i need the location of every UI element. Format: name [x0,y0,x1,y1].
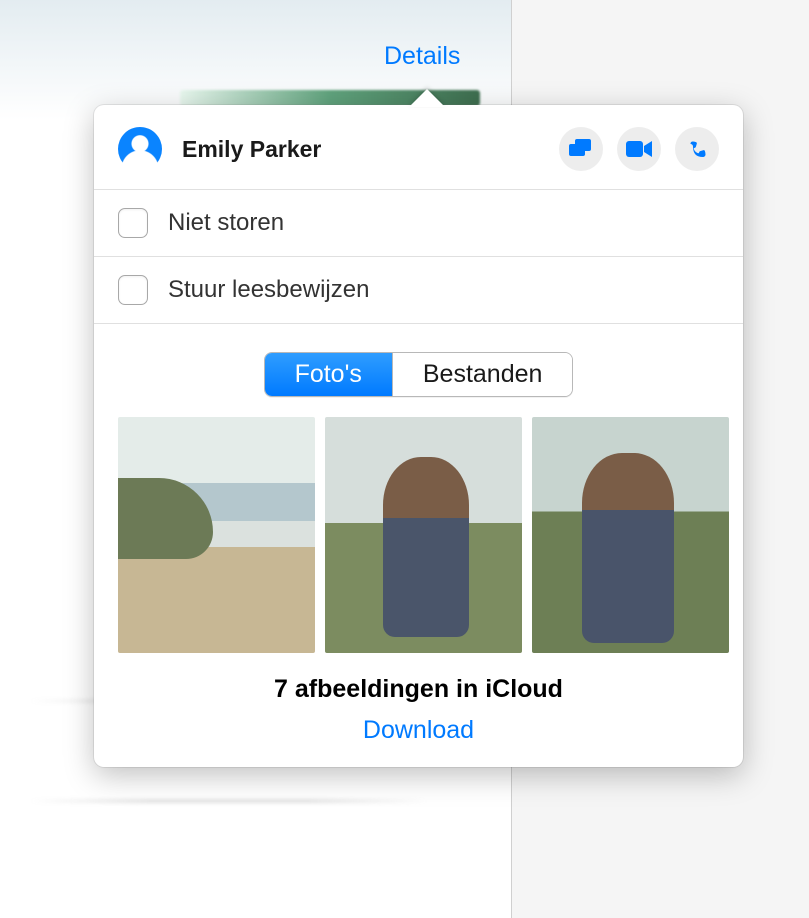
option-do-not-disturb: Niet storen [94,190,743,257]
content-type-tabs: Foto's Bestanden [94,324,743,417]
contact-name: Emily Parker [182,136,545,163]
dnd-checkbox[interactable] [118,208,148,238]
read-receipts-label: Stuur leesbewijzen [168,276,369,304]
avatar[interactable] [118,127,162,171]
dnd-label: Niet storen [168,209,284,237]
tab-files[interactable]: Bestanden [392,353,573,396]
phone-icon [686,138,708,160]
details-popover: Emily Parker Niet storen Stuur leesbewij… [94,105,743,767]
audio-call-button[interactable] [675,127,719,171]
photo-thumbnail[interactable] [325,417,522,653]
screen-share-button[interactable] [559,127,603,171]
photo-thumbnail[interactable] [118,417,315,653]
tab-photos[interactable]: Foto's [265,353,392,396]
video-call-button[interactable] [617,127,661,171]
details-trigger[interactable]: Details [384,42,460,71]
screen-share-icon [569,139,593,159]
photo-thumbnail[interactable] [532,417,729,653]
download-link[interactable]: Download [94,716,743,767]
contact-header: Emily Parker [94,105,743,190]
popover-arrow [409,89,445,107]
option-read-receipts: Stuur leesbewijzen [94,257,743,324]
photo-grid [94,417,743,653]
icloud-status: 7 afbeeldingen in iCloud [94,675,743,704]
video-icon [626,140,652,158]
read-receipts-checkbox[interactable] [118,275,148,305]
